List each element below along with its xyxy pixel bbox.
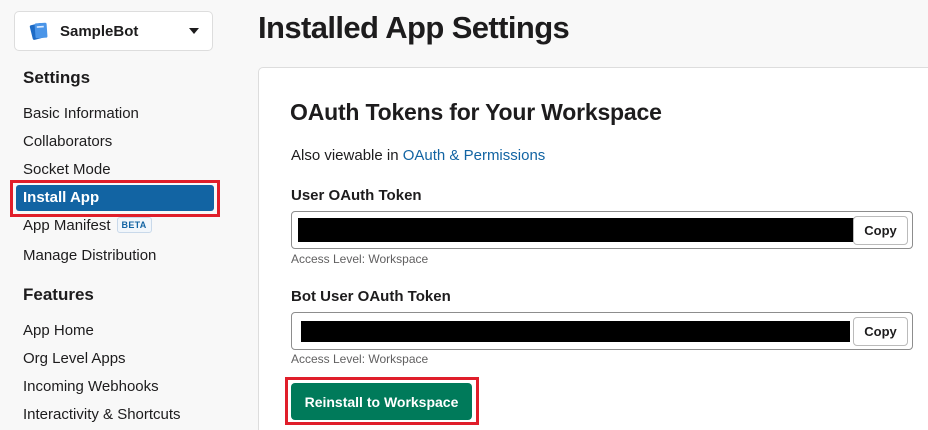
page-title: Installed App Settings [258,10,570,45]
sidebar-item-basic-information[interactable]: Basic Information [23,103,139,125]
bot-token-label: Bot User OAuth Token [291,288,451,305]
bot-token-field[interactable]: Copy [291,312,913,350]
sidebar-item-org-level-apps[interactable]: Org Level Apps [23,348,126,370]
sidebar-item-app-manifest[interactable]: App Manifest BETA [23,215,152,237]
section-title: OAuth Tokens for Your Workspace [290,99,662,125]
copy-bot-token-button[interactable]: Copy [853,317,908,346]
beta-badge: BETA [116,217,152,233]
oauth-permissions-link[interactable]: OAuth & Permissions [403,147,546,164]
viewable-line: Also viewable in OAuth & Permissions [291,147,545,164]
viewable-prefix: Also viewable in [291,147,399,164]
caret-down-icon [188,27,200,35]
sidebar-item-install-app[interactable]: Install App [16,185,214,211]
sidebar-item-collaborators[interactable]: Collaborators [23,131,112,153]
sidebar-item-socket-mode[interactable]: Socket Mode [23,159,111,181]
features-heading: Features [23,285,94,304]
settings-heading: Settings [23,68,91,87]
sidebar-item-app-home[interactable]: App Home [23,320,94,342]
sidebar-item-incoming-webhooks[interactable]: Incoming Webhooks [23,376,159,398]
user-token-value-redacted [298,218,858,242]
user-token-label: User OAuth Token [291,187,422,204]
reinstall-to-workspace-button[interactable]: Reinstall to Workspace [291,383,472,420]
bot-token-value-redacted [301,321,850,342]
sidebar-item-manage-distribution[interactable]: Manage Distribution [23,245,156,267]
user-token-field[interactable]: Copy [291,211,913,249]
user-token-access-note: Access Level: Workspace [291,252,429,266]
app-name: SampleBot [60,22,139,40]
copy-user-token-button[interactable]: Copy [853,216,908,245]
app-picker[interactable]: SampleBot [14,11,213,51]
sidebar-item-interactivity-shortcuts[interactable]: Interactivity & Shortcuts [23,404,181,426]
bot-token-access-note: Access Level: Workspace [291,352,429,366]
app-icon [28,20,50,42]
sidebar-item-label: App Manifest [23,217,111,234]
